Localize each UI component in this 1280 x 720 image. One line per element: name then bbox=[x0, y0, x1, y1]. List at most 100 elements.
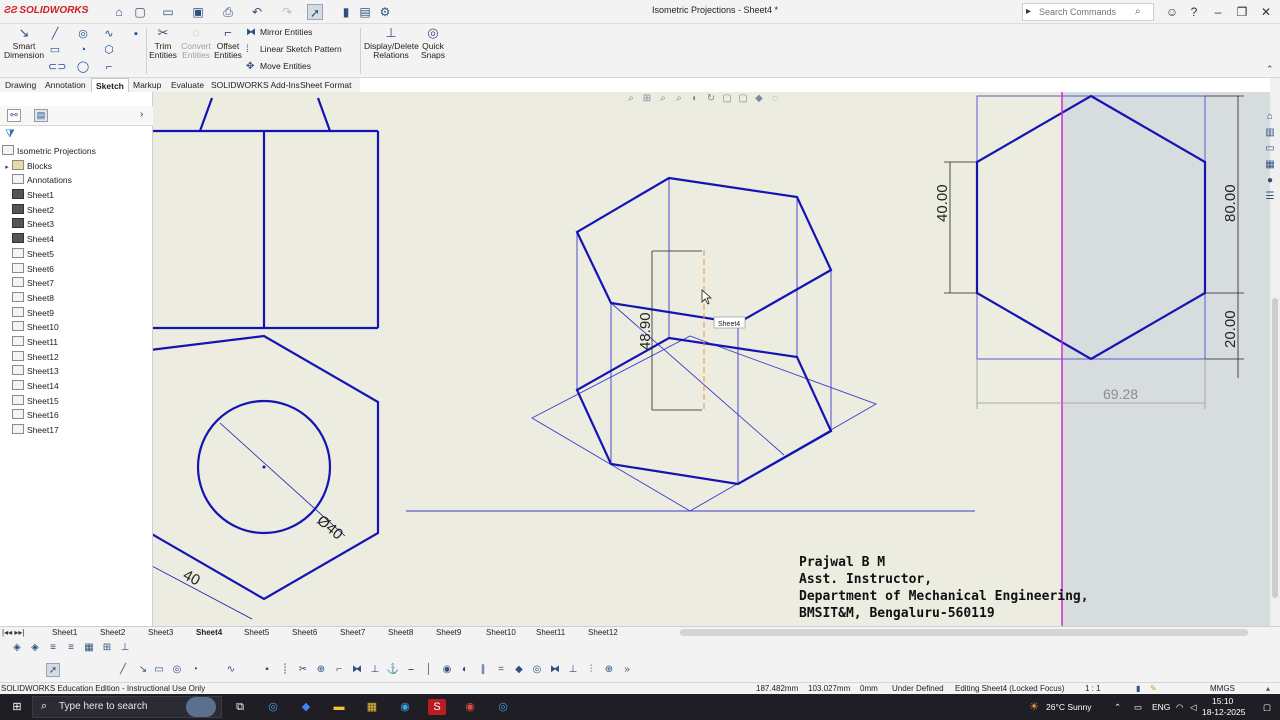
view-orientation-icon[interactable]: ▢ bbox=[719, 93, 735, 104]
tree-item-sheet[interactable]: Sheet7 bbox=[0, 276, 153, 291]
design-library-icon[interactable]: ▥ bbox=[1263, 126, 1277, 140]
scroll-thumb[interactable] bbox=[1272, 298, 1278, 598]
concentric-tool-icon[interactable]: ◎ bbox=[530, 663, 544, 677]
view-settings-icon[interactable]: ◌ bbox=[767, 93, 783, 104]
edge-taskbar-icon[interactable]: ◎ bbox=[494, 699, 512, 715]
point-tool-icon[interactable]: ▪ bbox=[260, 663, 274, 677]
merge-tool-icon[interactable]: ⊕ bbox=[602, 663, 616, 677]
horizontal-tool-icon[interactable]: ⎯ bbox=[404, 663, 418, 677]
tree-item-sheet[interactable]: Sheet15 bbox=[0, 394, 153, 409]
tree-item-sheet[interactable]: Sheet13 bbox=[0, 364, 153, 379]
sheet-tab[interactable]: Sheet7 bbox=[340, 627, 365, 638]
file-explorer-icon[interactable]: ▭ bbox=[1263, 142, 1277, 156]
custom-properties-icon[interactable]: ☰ bbox=[1263, 190, 1277, 204]
sheet-tab[interactable]: Sheet8 bbox=[388, 627, 413, 638]
horizontal-scrollbar[interactable] bbox=[680, 629, 1248, 636]
new-document-icon[interactable]: ▢ bbox=[132, 4, 148, 20]
weather-icon[interactable]: ☀ bbox=[1025, 699, 1043, 715]
hide-show-icon[interactable]: ◆ bbox=[751, 93, 767, 104]
offset-entities-button[interactable]: ⌐ Offset Entities bbox=[213, 26, 243, 60]
filter-icon[interactable]: ⧩ bbox=[5, 128, 15, 141]
tab-sheet-format[interactable]: Sheet Format bbox=[296, 78, 356, 92]
extend-tool-icon[interactable]: ⊕ bbox=[314, 663, 328, 677]
tree-item-sheet[interactable]: Sheet14 bbox=[0, 379, 153, 394]
coincident-tool-icon[interactable]: ◉ bbox=[440, 663, 454, 677]
line-thickness-icon[interactable]: ≡ bbox=[46, 641, 60, 655]
trim-tool-icon[interactable]: ✂ bbox=[296, 663, 310, 677]
resources-icon[interactable]: ⌂ bbox=[1263, 110, 1277, 124]
tree-item-sheet[interactable]: Sheet12 bbox=[0, 350, 153, 365]
tree-item-annotations[interactable]: Annotations bbox=[0, 173, 153, 188]
notification-icon[interactable]: ▢ bbox=[1263, 702, 1271, 713]
fix-tool-icon[interactable]: ⚓ bbox=[386, 663, 400, 677]
tree-item-sheet[interactable]: Sheet2 bbox=[0, 203, 153, 218]
ime-text[interactable]: ENG bbox=[1152, 702, 1170, 712]
arc-tool-icon[interactable]: ◔ bbox=[188, 663, 202, 677]
display-style-icon[interactable]: ▢ bbox=[735, 93, 751, 104]
sheet-tab[interactable]: Sheet2 bbox=[100, 627, 125, 638]
collinear-tool-icon[interactable]: ⫶ bbox=[584, 663, 598, 677]
outlook-icon[interactable]: ◉ bbox=[396, 699, 414, 715]
height-dimension[interactable]: 48.90 bbox=[637, 312, 654, 350]
sketch-fillet-icon[interactable]: ◯ bbox=[76, 60, 90, 74]
wifi-icon[interactable]: ◠ bbox=[1176, 702, 1183, 713]
width-dimension[interactable]: 69.28 bbox=[1103, 386, 1138, 402]
color-display-mode-icon[interactable]: ⊞ bbox=[100, 641, 114, 655]
circle-tool-icon[interactable]: ◎ bbox=[170, 663, 184, 677]
smart-dim-icon[interactable]: ↘ bbox=[136, 663, 150, 677]
panel-expand-icon[interactable]: › bbox=[140, 109, 143, 120]
restore-button[interactable]: ❐ bbox=[1230, 3, 1254, 21]
clock-date[interactable]: 18-12-2025 bbox=[1202, 707, 1245, 717]
quick-tips-icon[interactable]: ✎ bbox=[1150, 683, 1157, 694]
mirror-tool-icon[interactable]: ⧓ bbox=[350, 663, 364, 677]
feature-tree-tab-icon[interactable]: ⚯ bbox=[7, 109, 21, 122]
arc-icon[interactable]: ◔ bbox=[76, 43, 90, 57]
vertical-tool-icon[interactable]: │ bbox=[422, 663, 436, 677]
tree-item-sheet[interactable]: Sheet9 bbox=[0, 306, 153, 321]
tab-evaluate[interactable]: Evaluate bbox=[167, 78, 208, 92]
zoom-area-icon[interactable]: ⊞ bbox=[639, 93, 655, 104]
quick-snaps-button[interactable]: ◎ Quick Snaps bbox=[420, 26, 446, 60]
more-tools-icon[interactable]: » bbox=[620, 663, 634, 677]
equal-tool-icon[interactable]: = bbox=[494, 663, 508, 677]
side-dimension[interactable]: 40 bbox=[180, 567, 203, 590]
tree-item-sheet[interactable]: Sheet5 bbox=[0, 247, 153, 262]
mirror-entities-button[interactable]: ⧓ Mirror Entities bbox=[246, 25, 312, 39]
line-style-icon[interactable]: ≡ bbox=[64, 641, 78, 655]
tab-sketch[interactable]: Sketch bbox=[91, 78, 129, 92]
search-icon[interactable]: ⌕ bbox=[1135, 6, 1141, 17]
windows-start-icon[interactable]: ⊞ bbox=[8, 699, 26, 715]
redo-icon[interactable]: ↷ bbox=[279, 4, 295, 20]
drawing-canvas[interactable]: Ø40 40 48.90 Sheet4 40.00 80.00 20.00 69… bbox=[153, 92, 1270, 626]
options-gear-icon[interactable]: ⚙ bbox=[377, 4, 393, 20]
tree-item-sheet[interactable]: Sheet1 bbox=[0, 188, 153, 203]
sheet-tab[interactable]: Sheet3 bbox=[148, 627, 173, 638]
weather-text[interactable]: 26°C Sunny bbox=[1046, 702, 1091, 712]
rebuild-icon[interactable]: ▮ bbox=[338, 4, 354, 20]
close-button[interactable]: ✕ bbox=[1254, 3, 1278, 21]
spline-tool-icon[interactable]: ∿ bbox=[224, 663, 238, 677]
rectangle-icon[interactable]: ▭ bbox=[48, 43, 62, 57]
zoom-to-fit-icon[interactable]: ⌕ bbox=[623, 93, 639, 104]
tree-item-sheet[interactable]: Sheet16 bbox=[0, 408, 153, 423]
sheet-tab[interactable]: Sheet1 bbox=[52, 627, 77, 638]
dimension-40[interactable]: 40.00 bbox=[934, 184, 951, 222]
rebuild-status-icon[interactable]: ▮ bbox=[1136, 683, 1140, 694]
convert-entities-button[interactable]: ◌ Convert Entities bbox=[180, 26, 212, 60]
undo-icon[interactable]: ↶ bbox=[249, 4, 265, 20]
hide-show-edges-icon[interactable]: ▦ bbox=[82, 641, 96, 655]
tree-item-sheet[interactable]: Sheet4 bbox=[0, 232, 153, 247]
save-icon[interactable]: ▣ bbox=[190, 4, 206, 20]
sheet-tab[interactable]: Sheet10 bbox=[486, 627, 516, 638]
linear-sketch-pattern-button[interactable]: ⁞ Linear Sketch Pattern bbox=[246, 42, 342, 56]
slot-icon[interactable]: ⊂⊃ bbox=[48, 60, 66, 74]
smart-dimension-button[interactable]: ↘ Smart Dimension bbox=[4, 26, 44, 60]
sheet-tab-active[interactable]: Sheet4 bbox=[196, 627, 222, 638]
first-sheet-icon[interactable]: |◂◂ ▸▸| bbox=[2, 627, 24, 638]
open-folder-icon[interactable]: ▭ bbox=[160, 4, 176, 20]
relations-tool-icon[interactable]: ⊥ bbox=[368, 663, 382, 677]
collapse-ribbon-icon[interactable]: ⌃ bbox=[1266, 64, 1274, 75]
tree-item-sheet[interactable]: Sheet3 bbox=[0, 217, 153, 232]
tree-item-sheet[interactable]: Sheet10 bbox=[0, 320, 153, 335]
file-properties-icon[interactable]: ▤ bbox=[357, 4, 373, 20]
